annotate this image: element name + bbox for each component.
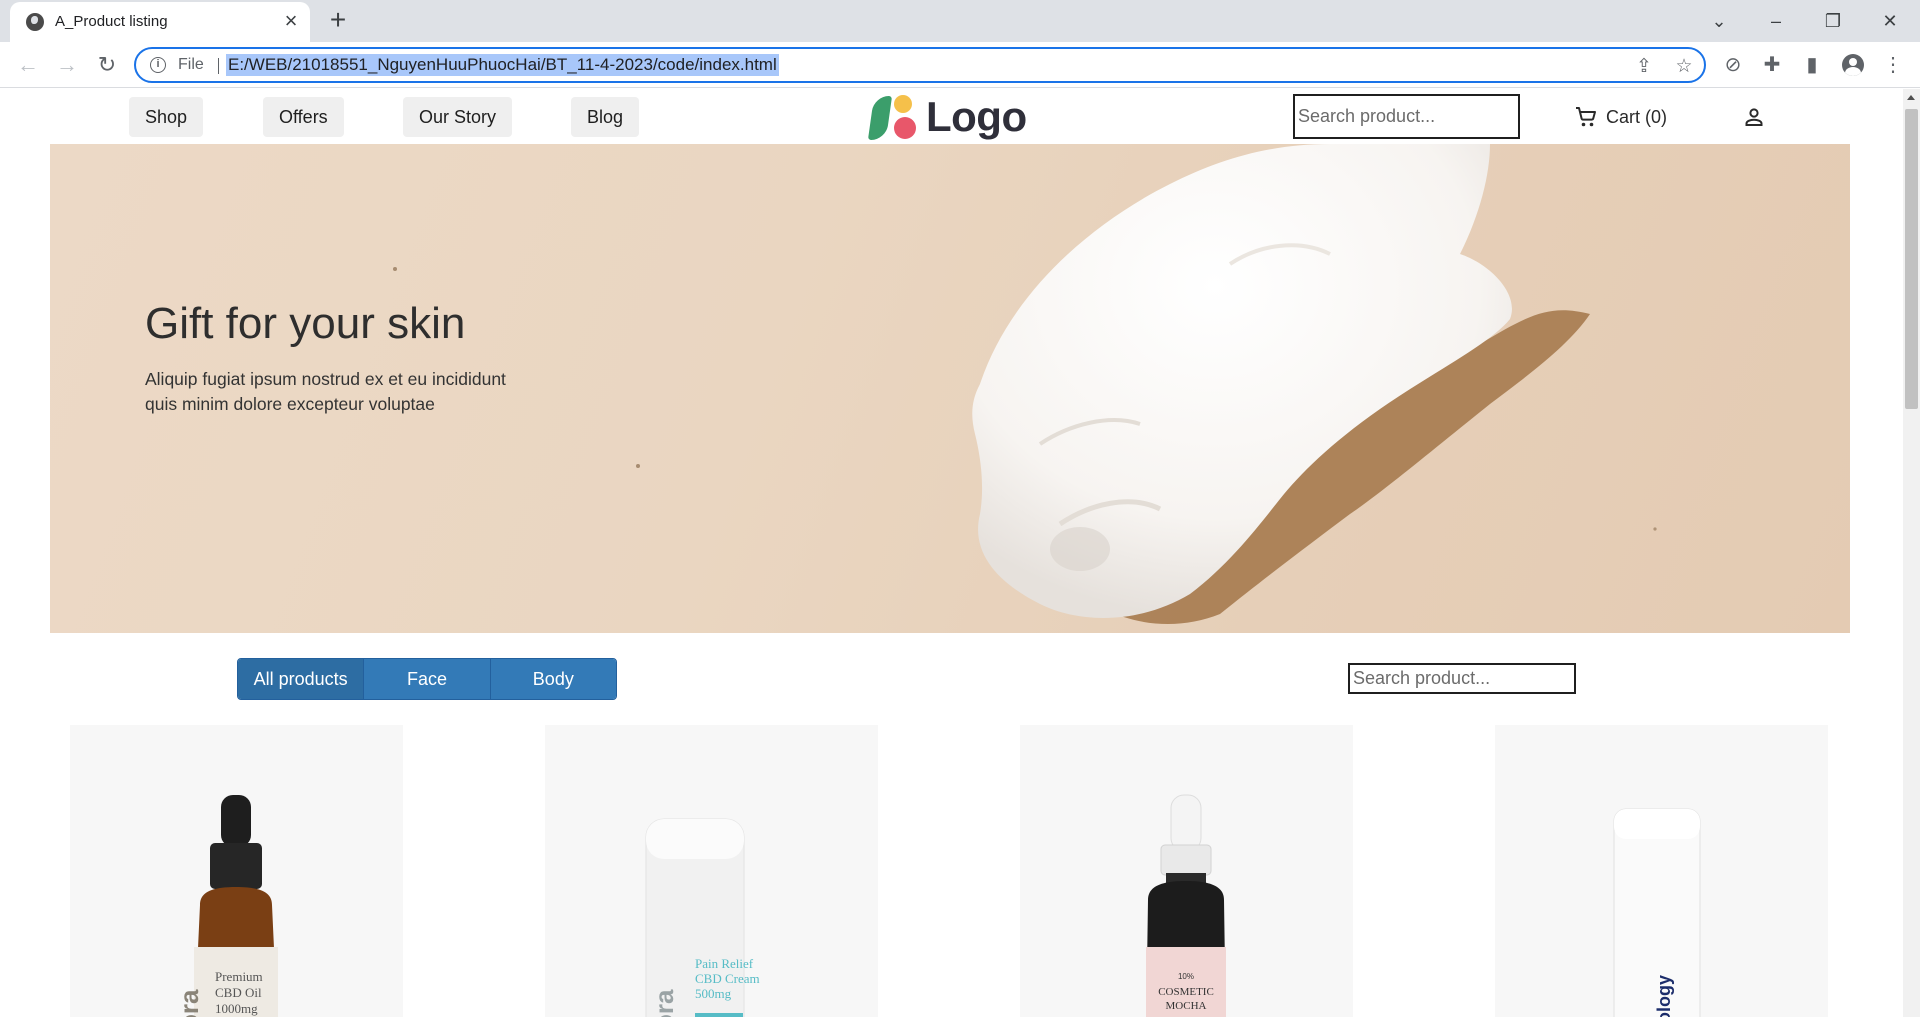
product-label-line: rology [1654, 975, 1674, 1017]
nav-shop[interactable]: Shop [129, 97, 204, 137]
product-brand-text: ora [174, 989, 204, 1017]
site-logo[interactable]: Logo [867, 93, 1027, 141]
bookmark-star-icon[interactable]: ☆ [1672, 55, 1696, 79]
page-scrollbar[interactable] [1903, 89, 1920, 1017]
browser-tab-strip: A_Product listing × + ⌄ – ❐ ✕ [0, 0, 1920, 42]
hero-description: Aliquip fugiat ipsum nostrud ex et eu in… [145, 369, 506, 414]
side-panel-icon[interactable]: ▮ [1799, 52, 1825, 78]
reload-icon[interactable]: ↻ [93, 51, 121, 79]
header-search-input[interactable] [1293, 94, 1520, 139]
minimize-icon[interactable]: – [1761, 6, 1791, 36]
browser-toolbar: ← → ↻ i File E:/WEB/21018551_NguyenHuuPh… [0, 42, 1920, 88]
tab-title: A_Product listing [55, 13, 168, 30]
product-label-line: CBD Oil [215, 985, 262, 1000]
nav-blog[interactable]: Blog [571, 97, 640, 137]
product-label-line: 500mg [695, 986, 732, 1001]
product-card[interactable]: 10% COSMETIC MOCHA [1020, 725, 1353, 1017]
tab-search-chevron-icon[interactable]: ⌄ [1704, 6, 1734, 36]
forward-arrow-icon[interactable]: → [53, 51, 81, 79]
hero-title: Gift for your skin [145, 299, 466, 348]
menu-kebab-icon[interactable]: ⋮ [1880, 52, 1906, 78]
product-label-line: CBD Cream [695, 971, 760, 986]
product-label-line: MOCHA [1166, 1000, 1207, 1012]
close-window-icon[interactable]: ✕ [1875, 6, 1905, 36]
product-label-line: COSMETIC [1158, 986, 1214, 998]
address-bar[interactable]: i File E:/WEB/21018551_NguyenHuuPhuocHai… [134, 47, 1706, 83]
product-card[interactable]: rology [1495, 725, 1828, 1017]
filter-face-button[interactable]: Face [364, 659, 491, 699]
product-image: Pain Relief CBD Cream 500mg ora [645, 818, 760, 1017]
logo-mark-icon [867, 93, 918, 141]
page-viewport: Shop Offers Our Story Blog Logo Cart (0) [0, 89, 1920, 1017]
close-tab-icon[interactable]: × [280, 10, 302, 32]
logo-text: Logo [926, 93, 1027, 140]
restore-icon[interactable]: ❐ [1818, 6, 1848, 36]
filter-body-button[interactable]: Body [490, 659, 616, 699]
url-text[interactable]: E:/WEB/21018551_NguyenHuuPhuocHai/BT_11-… [226, 54, 779, 76]
account-icon[interactable] [1742, 105, 1766, 129]
globe-icon [26, 13, 44, 31]
share-icon[interactable]: ⇪ [1632, 55, 1656, 79]
info-icon[interactable]: i [150, 57, 166, 73]
divider [218, 58, 219, 74]
hero-banner: Gift for your skin Aliquip fugiat ipsum … [50, 144, 1850, 633]
extensions-puzzle-icon[interactable]: ✚ [1759, 52, 1785, 78]
product-label-line: Pain Relief [695, 956, 754, 971]
new-tab-icon[interactable]: + [325, 6, 351, 34]
product-brand-text: ora [649, 989, 679, 1017]
compass-extension-icon[interactable]: ⊘ [1720, 52, 1746, 78]
filter-all-products-button[interactable]: All products [238, 659, 365, 699]
category-filter-group: All products Face Body [237, 658, 617, 700]
back-arrow-icon[interactable]: ← [14, 51, 42, 79]
product-label-line: Premium [215, 969, 263, 984]
scroll-up-arrow-icon[interactable] [1907, 95, 1915, 100]
product-card[interactable]: Premium CBD Oil 1000mg ora [70, 725, 403, 1017]
cart-icon [1576, 107, 1596, 127]
nav-our-story[interactable]: Our Story [403, 97, 513, 137]
product-image: Premium CBD Oil 1000mg ora [174, 795, 278, 1017]
cart-link[interactable]: Cart (0) [1574, 102, 1667, 132]
scheme-label: File [178, 56, 204, 73]
scroll-thumb[interactable] [1905, 109, 1918, 409]
product-card[interactable]: Pain Relief CBD Cream 500mg ora [545, 725, 878, 1017]
nav-offers[interactable]: Offers [263, 97, 344, 137]
product-label-line: 10% [1178, 972, 1194, 981]
product-search-input[interactable] [1348, 663, 1576, 694]
product-image: rology [1613, 808, 1701, 1017]
product-image: 10% COSMETIC MOCHA [1146, 794, 1226, 1017]
site-header: Shop Offers Our Story Blog Logo Cart (0) [0, 89, 1903, 144]
cart-label: Cart (0) [1606, 106, 1668, 127]
profile-avatar-icon[interactable] [1842, 54, 1864, 76]
product-label-line: 1000mg [215, 1001, 258, 1016]
browser-tab[interactable]: A_Product listing × [10, 2, 310, 42]
